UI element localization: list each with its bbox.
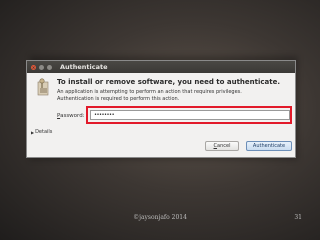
cancel-label: ancel xyxy=(217,143,231,149)
details-label: Details xyxy=(35,129,53,135)
cancel-button[interactable]: Cancel xyxy=(205,141,239,151)
slide-credit: ©jaysonjafo 2014 xyxy=(133,214,187,221)
description-line-2: Authentication is required to perform th… xyxy=(57,95,180,102)
window-title: Authenticate xyxy=(60,63,108,71)
close-icon: × xyxy=(31,64,36,70)
close-button[interactable]: × xyxy=(31,64,36,70)
authenticate-button[interactable]: Authenticate xyxy=(246,141,292,151)
password-highlight-box xyxy=(86,106,292,124)
maximize-button[interactable] xyxy=(47,64,52,70)
password-label: Password: xyxy=(57,113,85,119)
dialog-description: An application is attempting to perform … xyxy=(57,89,287,102)
password-label-text: assword: xyxy=(60,113,85,119)
slide-page-number: 31 xyxy=(294,214,302,221)
minimize-button[interactable] xyxy=(39,64,44,70)
dialog-heading: To install or remove software, you need … xyxy=(57,78,280,86)
titlebar: × Authenticate xyxy=(27,61,295,73)
triangle-right-icon: ▶ xyxy=(31,129,35,135)
lock-key-icon xyxy=(37,78,49,96)
details-expander[interactable]: ▶ Details xyxy=(31,129,52,135)
